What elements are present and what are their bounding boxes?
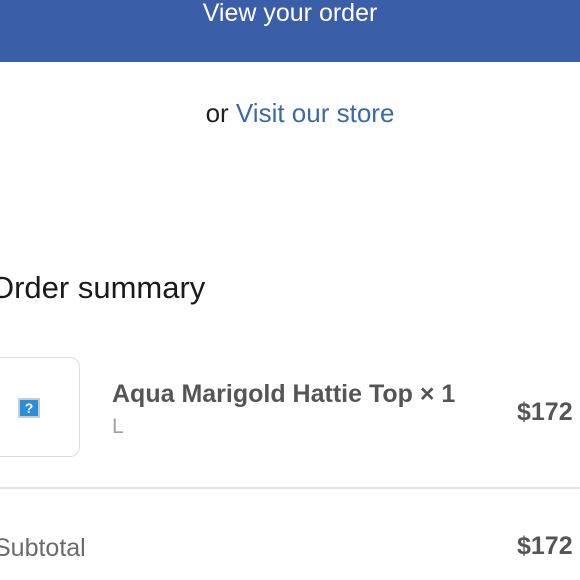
missing-image-icon: ?: [18, 398, 40, 418]
summary-divider: [0, 487, 580, 489]
line-item-variant: L: [112, 415, 124, 438]
line-item-price: $172: [517, 398, 573, 426]
subtotal-label: Subtotal: [0, 534, 86, 562]
order-summary-heading: Order summary: [0, 270, 206, 305]
order-confirmation-page: View your order or Visit our store Order…: [0, 0, 580, 580]
product-thumbnail: ?: [0, 357, 80, 457]
store-line: or Visit our store: [0, 96, 580, 130]
visit-store-link[interactable]: Visit our store: [236, 98, 394, 128]
subtotal-value: $172: [517, 532, 573, 560]
line-item-name: Aqua Marigold Hattie Top × 1: [112, 380, 456, 408]
store-line-prefix: or: [205, 98, 236, 128]
view-order-button[interactable]: View your order: [0, 0, 580, 62]
view-order-button-label: View your order: [202, 0, 378, 27]
